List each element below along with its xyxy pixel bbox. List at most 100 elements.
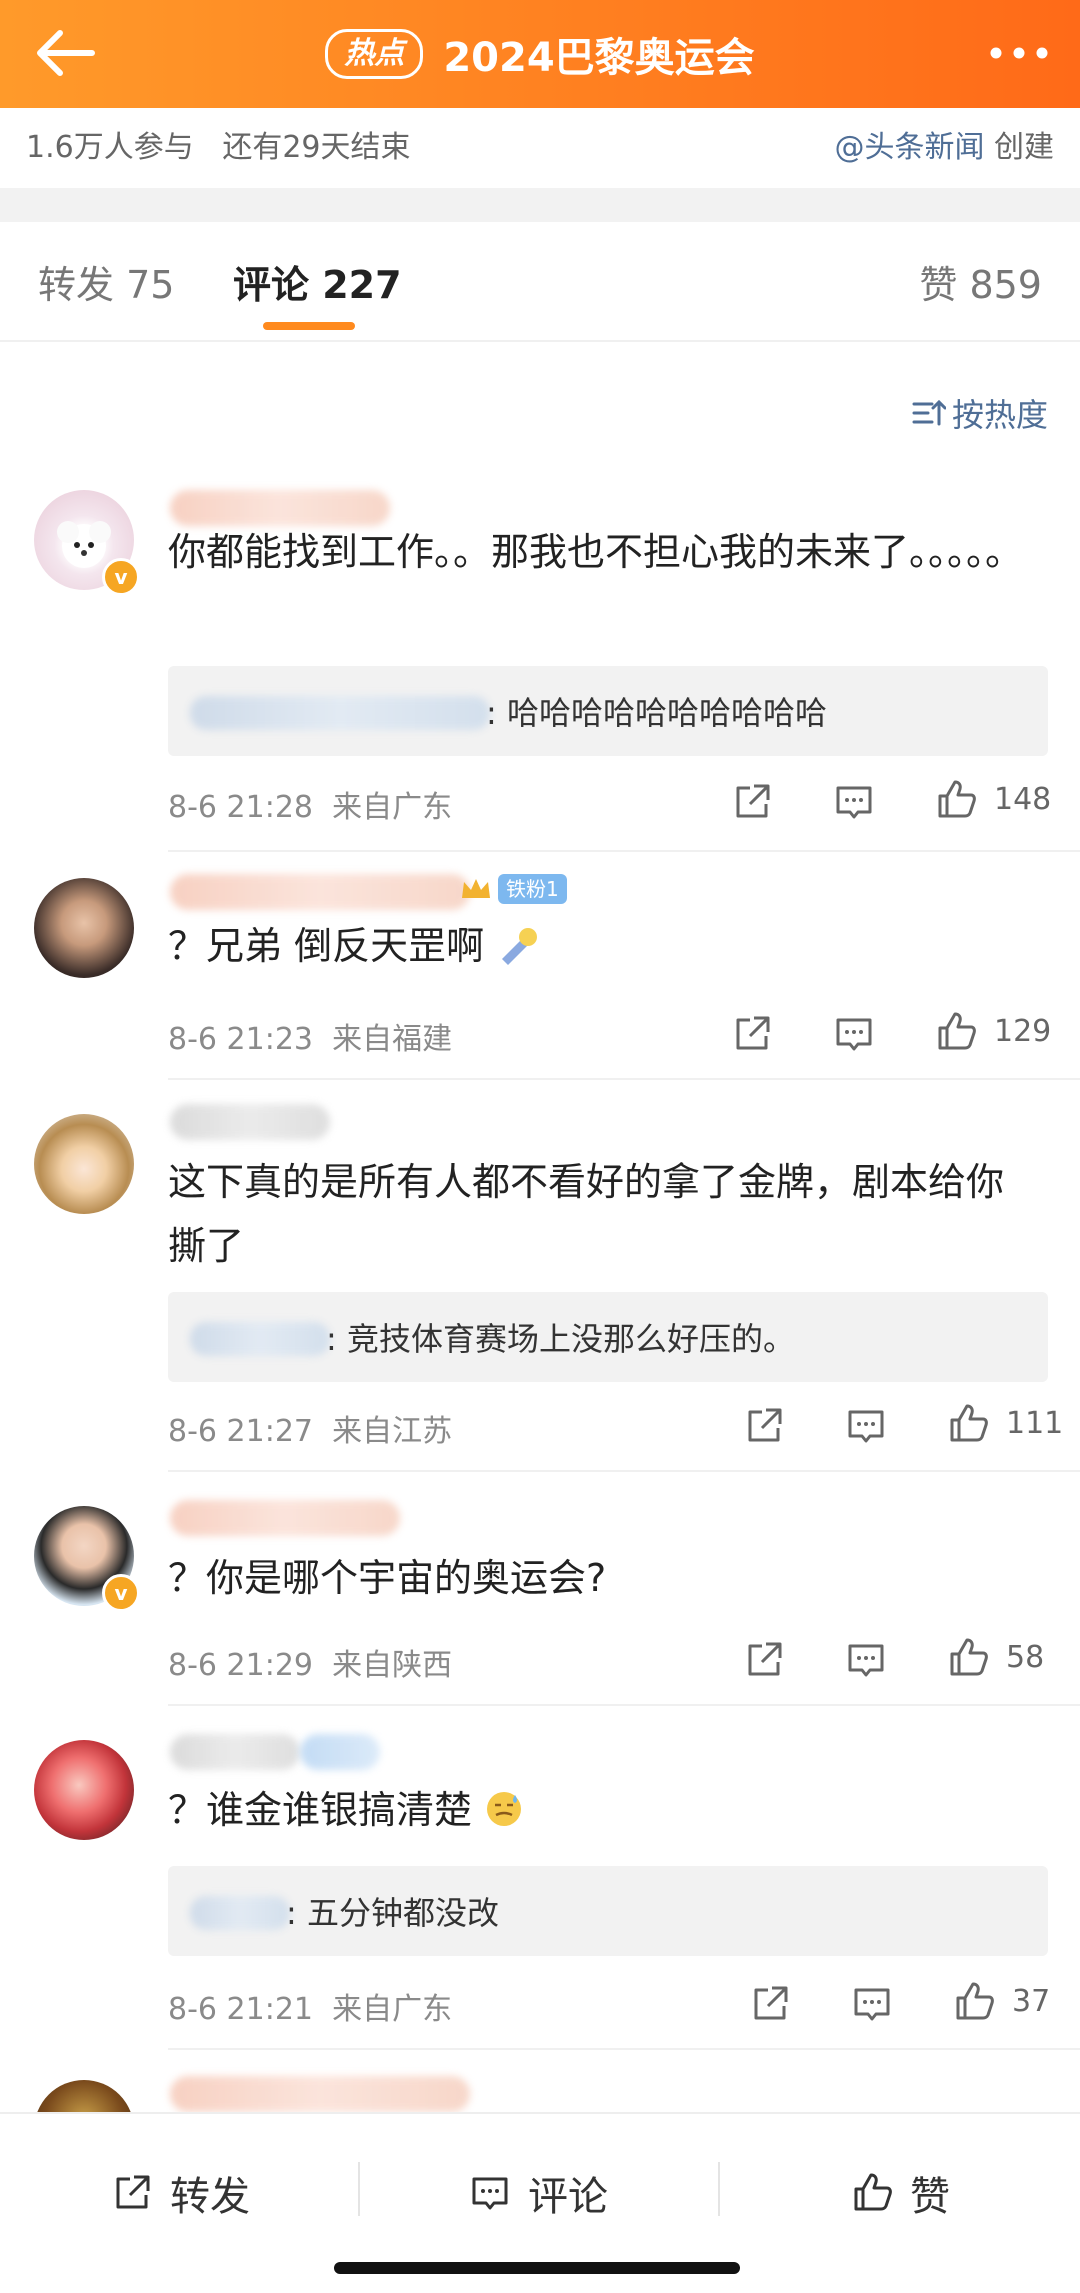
header-title-group: 热点 2024巴黎奥运会 [0, 26, 1080, 82]
comment-location: 来自广东 [332, 790, 453, 825]
comment-text: 你都能找到工作。。那我也不担心我的未来了。。。。。 [168, 530, 1024, 574]
page-title: 2024巴黎奥运会 [443, 35, 755, 81]
reply-author-blurred [190, 1896, 290, 1930]
comment-time: 8-6 21:29 [168, 1648, 313, 1683]
reply-preview[interactable]: : 竞技体育赛场上没那么好压的。 [168, 1292, 1048, 1382]
creator-handle-link[interactable]: @头条新闻 [834, 130, 984, 165]
like-count: 111 [1006, 1406, 1064, 1441]
comment-text: ？兄弟 倒反天罡啊 [168, 914, 1040, 978]
comment-location: 来自福建 [332, 1022, 453, 1057]
comment-divider [168, 1470, 1080, 1472]
pen-emoji-icon [502, 928, 538, 965]
comment-item: 这下真的是所有人都不看好的拿了金牌，剧本给你撕了 : 竞技体育赛场上没那么好压的… [0, 1096, 1080, 1472]
comment-time: 8-6 21:21 [168, 1992, 313, 2027]
bar-separator [358, 2162, 360, 2216]
like-button[interactable]: 赞 [850, 2164, 950, 2222]
reply-preview[interactable]: : 五分钟都没改 [168, 1866, 1048, 1956]
sweat-emoji-icon [487, 1792, 522, 1826]
comment-time: 8-6 21:27 [168, 1414, 313, 1449]
participant-count: 1.6万人参与 [26, 130, 194, 165]
thumbs-up-icon[interactable] [934, 778, 978, 822]
more-dots-icon [990, 47, 1048, 59]
avatar[interactable] [34, 878, 134, 978]
like-count: 148 [994, 782, 1052, 817]
like-count: 37 [1012, 1984, 1051, 2019]
reply-text: : 竞技体育赛场上没那么好压的。 [326, 1320, 795, 1358]
comment-meta: 8-6 21:28 来自广东 [168, 782, 452, 826]
home-indicator[interactable] [334, 2262, 740, 2274]
avatar[interactable] [34, 1740, 134, 1840]
comment-item: v 你都能找到工作。。那我也不担心我的未来了。。。。。 : 哈哈哈哈哈哈哈哈哈哈… [0, 480, 1080, 852]
comment-button[interactable]: 评论 [468, 2164, 608, 2222]
topic-info-bar: 1.6万人参与 还有29天结束 @头条新闻 创建 [0, 108, 1080, 188]
fan-level-badge: 铁粉1 [498, 874, 567, 904]
reply-text: : 哈哈哈哈哈哈哈哈哈哈 [486, 694, 827, 732]
comment-item: v ？你是哪个宇宙的奥运会? 8-6 21:29 来自陕西 58 [0, 1486, 1080, 1706]
thumbs-up-icon[interactable] [946, 1636, 990, 1680]
reply-icon[interactable] [844, 1404, 888, 1448]
reply-author-blurred [190, 696, 490, 730]
username-blurred[interactable] [170, 2076, 470, 2112]
crown-icon [462, 879, 490, 898]
username-blurred[interactable] [170, 1500, 400, 1536]
reply-text: : 五分钟都没改 [286, 1894, 499, 1932]
comment-meta: 8-6 21:29 来自陕西 [168, 1640, 452, 1684]
repost-icon [116, 2175, 150, 2209]
comment-label: 评论 [528, 2174, 608, 2220]
topic-header: 热点 2024巴黎奥运会 [0, 0, 1080, 108]
comment-text-content: ？兄弟 倒反天罡啊 [168, 924, 485, 968]
share-icon[interactable] [730, 780, 774, 824]
username-blurred[interactable] [170, 1104, 330, 1140]
share-icon[interactable] [748, 1982, 792, 2026]
comment-meta: 8-6 21:27 来自江苏 [168, 1406, 452, 1450]
section-divider [0, 188, 1080, 222]
username-blurred[interactable] [170, 1734, 300, 1770]
tab-bar: 转发 75 评论 227 赞 859 [0, 222, 1080, 342]
verified-badge-icon: v [102, 1574, 140, 1612]
creator-info: @头条新闻 创建 [834, 122, 1054, 166]
share-icon[interactable] [730, 1012, 774, 1056]
comment-divider [168, 1704, 1080, 1706]
share-icon[interactable] [742, 1404, 786, 1448]
comment-icon [472, 2177, 508, 2210]
hot-badge: 热点 [325, 29, 424, 79]
thumbs-up-icon[interactable] [952, 1980, 996, 2024]
sort-label: 按热度 [951, 396, 1048, 434]
verified-badge-icon: v [102, 558, 140, 596]
tab-repost[interactable]: 转发 75 [38, 254, 174, 309]
share-icon[interactable] [742, 1638, 786, 1682]
comment-location: 来自陕西 [332, 1648, 453, 1683]
reply-icon[interactable] [844, 1638, 888, 1682]
reply-icon[interactable] [832, 1012, 876, 1056]
more-button[interactable] [984, 28, 1054, 78]
avatar[interactable] [34, 1114, 134, 1214]
comment-time: 8-6 21:28 [168, 790, 313, 825]
comment-item: ？谁金谁银搞清楚 : 五分钟都没改 8-6 21:21 来自广东 37 [0, 1720, 1080, 2050]
sort-button[interactable]: 按热度 [912, 390, 1048, 436]
comment-meta: 8-6 21:21 来自广东 [168, 1984, 452, 2028]
tab-likes[interactable]: 赞 859 [919, 254, 1042, 309]
repost-button[interactable]: 转发 [110, 2164, 250, 2222]
reply-icon[interactable] [850, 1982, 894, 2026]
avatar[interactable] [34, 2080, 134, 2112]
thumbs-up-icon[interactable] [934, 1010, 978, 1054]
comment-time: 8-6 21:23 [168, 1022, 313, 1057]
comment-meta: 8-6 21:23 来自福建 [168, 1014, 452, 1058]
participants-info: 1.6万人参与 还有29天结束 [26, 122, 411, 166]
like-count: 58 [1006, 1640, 1045, 1675]
thumbs-up-icon[interactable] [946, 1402, 990, 1446]
comment-location: 来自江苏 [332, 1414, 453, 1449]
like-count: 129 [994, 1014, 1052, 1049]
comment-divider [168, 850, 1080, 852]
user-badge-blurred [300, 1734, 380, 1770]
like-label: 赞 [910, 2174, 950, 2220]
comment-location: 来自广东 [332, 1992, 453, 2027]
sort-icon [912, 399, 946, 426]
reply-icon[interactable] [832, 780, 876, 824]
comment-text: ？谁金谁银搞清楚 [168, 1778, 1040, 1842]
reply-author-blurred [190, 1322, 330, 1356]
reply-preview[interactable]: : 哈哈哈哈哈哈哈哈哈哈 [168, 666, 1048, 756]
username-blurred[interactable] [170, 874, 470, 910]
creator-suffix: 创建 [994, 130, 1054, 165]
comment-item: 铁粉1 ？兄弟 倒反天罡啊 8-6 21:23 来自福建 129 [0, 864, 1080, 1080]
